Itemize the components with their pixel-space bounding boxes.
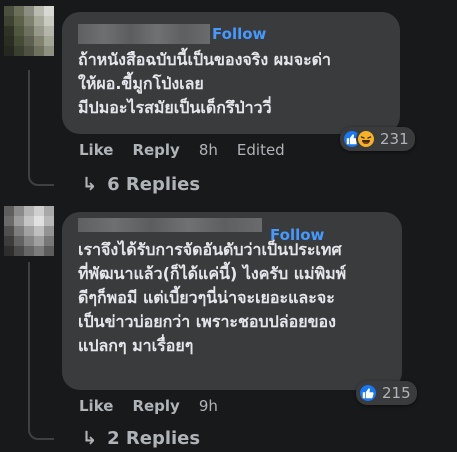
view-replies-button[interactable]: ↳ 2 Replies	[82, 428, 200, 449]
comment-line: มีปมอะไรสมัยเป็นเด็กรึป่าววี่	[78, 98, 272, 117]
comment-line: ที่พัฒนาแล้ว(ก็ได้แค่นี้) ไงครับ แม่พิมพ…	[78, 264, 347, 283]
reaction-summary[interactable]: 215	[356, 381, 417, 405]
replies-label: 6 Replies	[107, 174, 201, 195]
follow-button[interactable]: Follow	[212, 25, 266, 43]
commenter-name[interactable]	[78, 218, 262, 232]
timestamp[interactable]: 8h	[199, 141, 218, 159]
comment-actions: Like Reply 9h	[79, 397, 218, 415]
avatar[interactable]	[4, 206, 54, 256]
comment-text: ถ้าหนังสือฉบับนี้เป็นของจริง ผมจะด่า ให้…	[78, 48, 331, 120]
reaction-count: 215	[382, 384, 411, 402]
comment-line: แปลกๆ มาเรื่อยๆ	[78, 336, 194, 355]
like-button[interactable]: Like	[79, 141, 113, 159]
comment-actions: Like Reply 8h Edited	[79, 141, 285, 159]
comment-line: เป็นข่าวบ่อยกว่า เพราะชอบปล่อยของ	[78, 312, 336, 331]
thread-line	[28, 262, 54, 440]
reply-button[interactable]: Reply	[132, 141, 179, 159]
comment-text: เราจึงได้รับการจัดอันดับว่าเป็นประเทศ ที…	[78, 238, 346, 358]
reaction-summary[interactable]: 231	[340, 127, 415, 151]
avatar[interactable]	[4, 6, 54, 56]
comment-line: ถ้าหนังสือฉบับนี้เป็นของจริง ผมจะด่า	[78, 50, 332, 69]
reaction-count: 231	[380, 130, 409, 148]
reply-button[interactable]: Reply	[132, 397, 179, 415]
view-replies-button[interactable]: ↳ 6 Replies	[82, 174, 200, 195]
comment-line: ดีๆก็พอมี แต่เบี้ยวๆนี่น่าจะเยอะและจะ	[78, 288, 335, 307]
comment-line: ให้ผอ.ขี้มูกโป่งเลย	[78, 74, 204, 93]
replies-label: 2 Replies	[107, 428, 201, 449]
comment-line: เราจึงได้รับการจัดอันดับว่าเป็นประเทศ	[78, 240, 342, 259]
timestamp[interactable]: 9h	[199, 397, 218, 415]
reply-arrow-icon: ↳	[82, 428, 98, 449]
commenter-name[interactable]	[78, 24, 210, 44]
like-button[interactable]: Like	[79, 397, 113, 415]
edited-label[interactable]: Edited	[237, 141, 285, 159]
like-icon	[358, 383, 378, 403]
haha-icon	[356, 129, 376, 149]
thread-line	[28, 70, 54, 186]
reply-arrow-icon: ↳	[82, 174, 98, 195]
